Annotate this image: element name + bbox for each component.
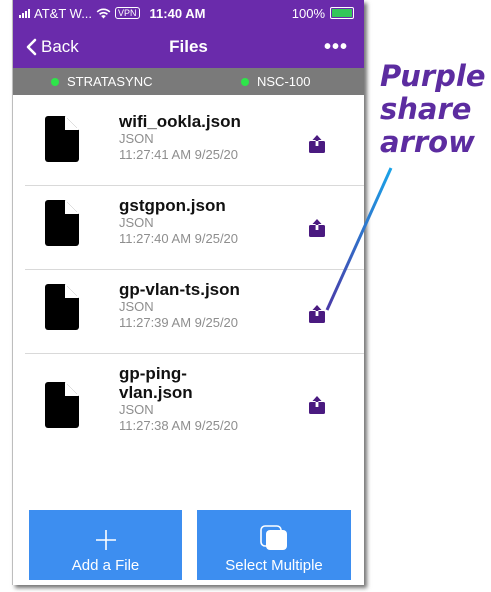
file-row[interactable]: wifi_ookla.json JSON 11:27:41 AM 9/25/20 bbox=[25, 102, 364, 186]
file-name: gp-vlan-ts.json bbox=[119, 280, 240, 299]
file-timestamp: 11:27:38 AM 9/25/20 bbox=[119, 418, 239, 433]
annotation-line: share bbox=[380, 92, 472, 126]
share-icon[interactable] bbox=[308, 219, 326, 237]
stacked-squares-icon bbox=[260, 525, 287, 550]
device-stratasync: STRATASYNC bbox=[51, 74, 152, 89]
device-label: NSC-100 bbox=[257, 74, 311, 89]
file-timestamp: 11:27:39 AM 9/25/20 bbox=[119, 315, 239, 330]
file-type: JSON bbox=[119, 402, 154, 417]
file-list: wifi_ookla.json JSON 11:27:41 AM 9/25/20… bbox=[13, 102, 364, 462]
share-icon[interactable] bbox=[308, 305, 326, 323]
device-label: STRATASYNC bbox=[67, 74, 153, 89]
file-timestamp: 11:27:40 AM 9/25/20 bbox=[119, 231, 239, 246]
chevron-left-icon bbox=[26, 38, 37, 56]
share-icon[interactable] bbox=[308, 396, 326, 414]
annotation-callout: Purple share arrow bbox=[380, 60, 490, 159]
back-label: Back bbox=[41, 37, 79, 56]
share-icon[interactable] bbox=[308, 135, 326, 153]
add-file-button[interactable]: Add a File bbox=[29, 510, 182, 580]
file-name: gstgpon.json bbox=[119, 196, 226, 215]
connection-status-dot bbox=[51, 77, 59, 86]
plus-icon bbox=[95, 530, 116, 550]
nav-bar: Back Files ••• bbox=[13, 26, 364, 68]
file-type: JSON bbox=[119, 215, 154, 230]
status-bar: AT&T W... VPN 11:40 AM 100% bbox=[13, 0, 364, 26]
document-icon bbox=[45, 116, 79, 162]
add-file-label: Add a File bbox=[71, 557, 140, 574]
header: AT&T W... VPN 11:40 AM 100% Back Files •… bbox=[13, 0, 364, 95]
file-row[interactable]: gp-vlan-ts.json JSON 11:27:39 AM 9/25/20 bbox=[25, 270, 364, 354]
document-icon bbox=[45, 382, 79, 428]
select-multiple-button[interactable]: Select Multiple bbox=[197, 510, 351, 580]
vpn-badge: VPN bbox=[115, 7, 140, 19]
file-name: gp-ping-vlan.json bbox=[119, 364, 193, 402]
file-row[interactable]: gstgpon.json JSON 11:27:40 AM 9/25/20 bbox=[25, 186, 364, 270]
device-bar: STRATASYNC NSC-100 bbox=[13, 68, 364, 95]
wifi-icon bbox=[96, 8, 111, 18]
file-name: wifi_ookla.json bbox=[119, 112, 241, 131]
annotation-line: arrow bbox=[380, 125, 475, 159]
document-icon bbox=[45, 200, 79, 246]
battery-percent: 100% bbox=[291, 5, 325, 21]
device-nsc100: NSC-100 bbox=[241, 74, 310, 89]
document-icon bbox=[45, 284, 79, 330]
file-row[interactable]: gp-ping-vlan.json JSON 11:27:38 AM 9/25/… bbox=[25, 354, 364, 462]
carrier-label: AT&T W... bbox=[34, 5, 93, 21]
select-multiple-label: Select Multiple bbox=[225, 557, 323, 574]
back-button[interactable]: Back bbox=[25, 37, 79, 57]
more-button[interactable]: ••• bbox=[324, 36, 348, 59]
file-type: JSON bbox=[119, 299, 154, 314]
status-time: 11:40 AM bbox=[149, 5, 206, 21]
connection-status-dot bbox=[241, 77, 249, 86]
file-timestamp: 11:27:41 AM 9/25/20 bbox=[119, 147, 239, 162]
file-type: JSON bbox=[119, 131, 154, 146]
action-bar: Add a File Select Multiple bbox=[13, 510, 364, 585]
annotation-line: Purple bbox=[380, 59, 486, 93]
battery-icon bbox=[330, 7, 354, 19]
signal-icon bbox=[19, 8, 30, 18]
phone-screen: AT&T W... VPN 11:40 AM 100% Back Files •… bbox=[12, 0, 364, 585]
